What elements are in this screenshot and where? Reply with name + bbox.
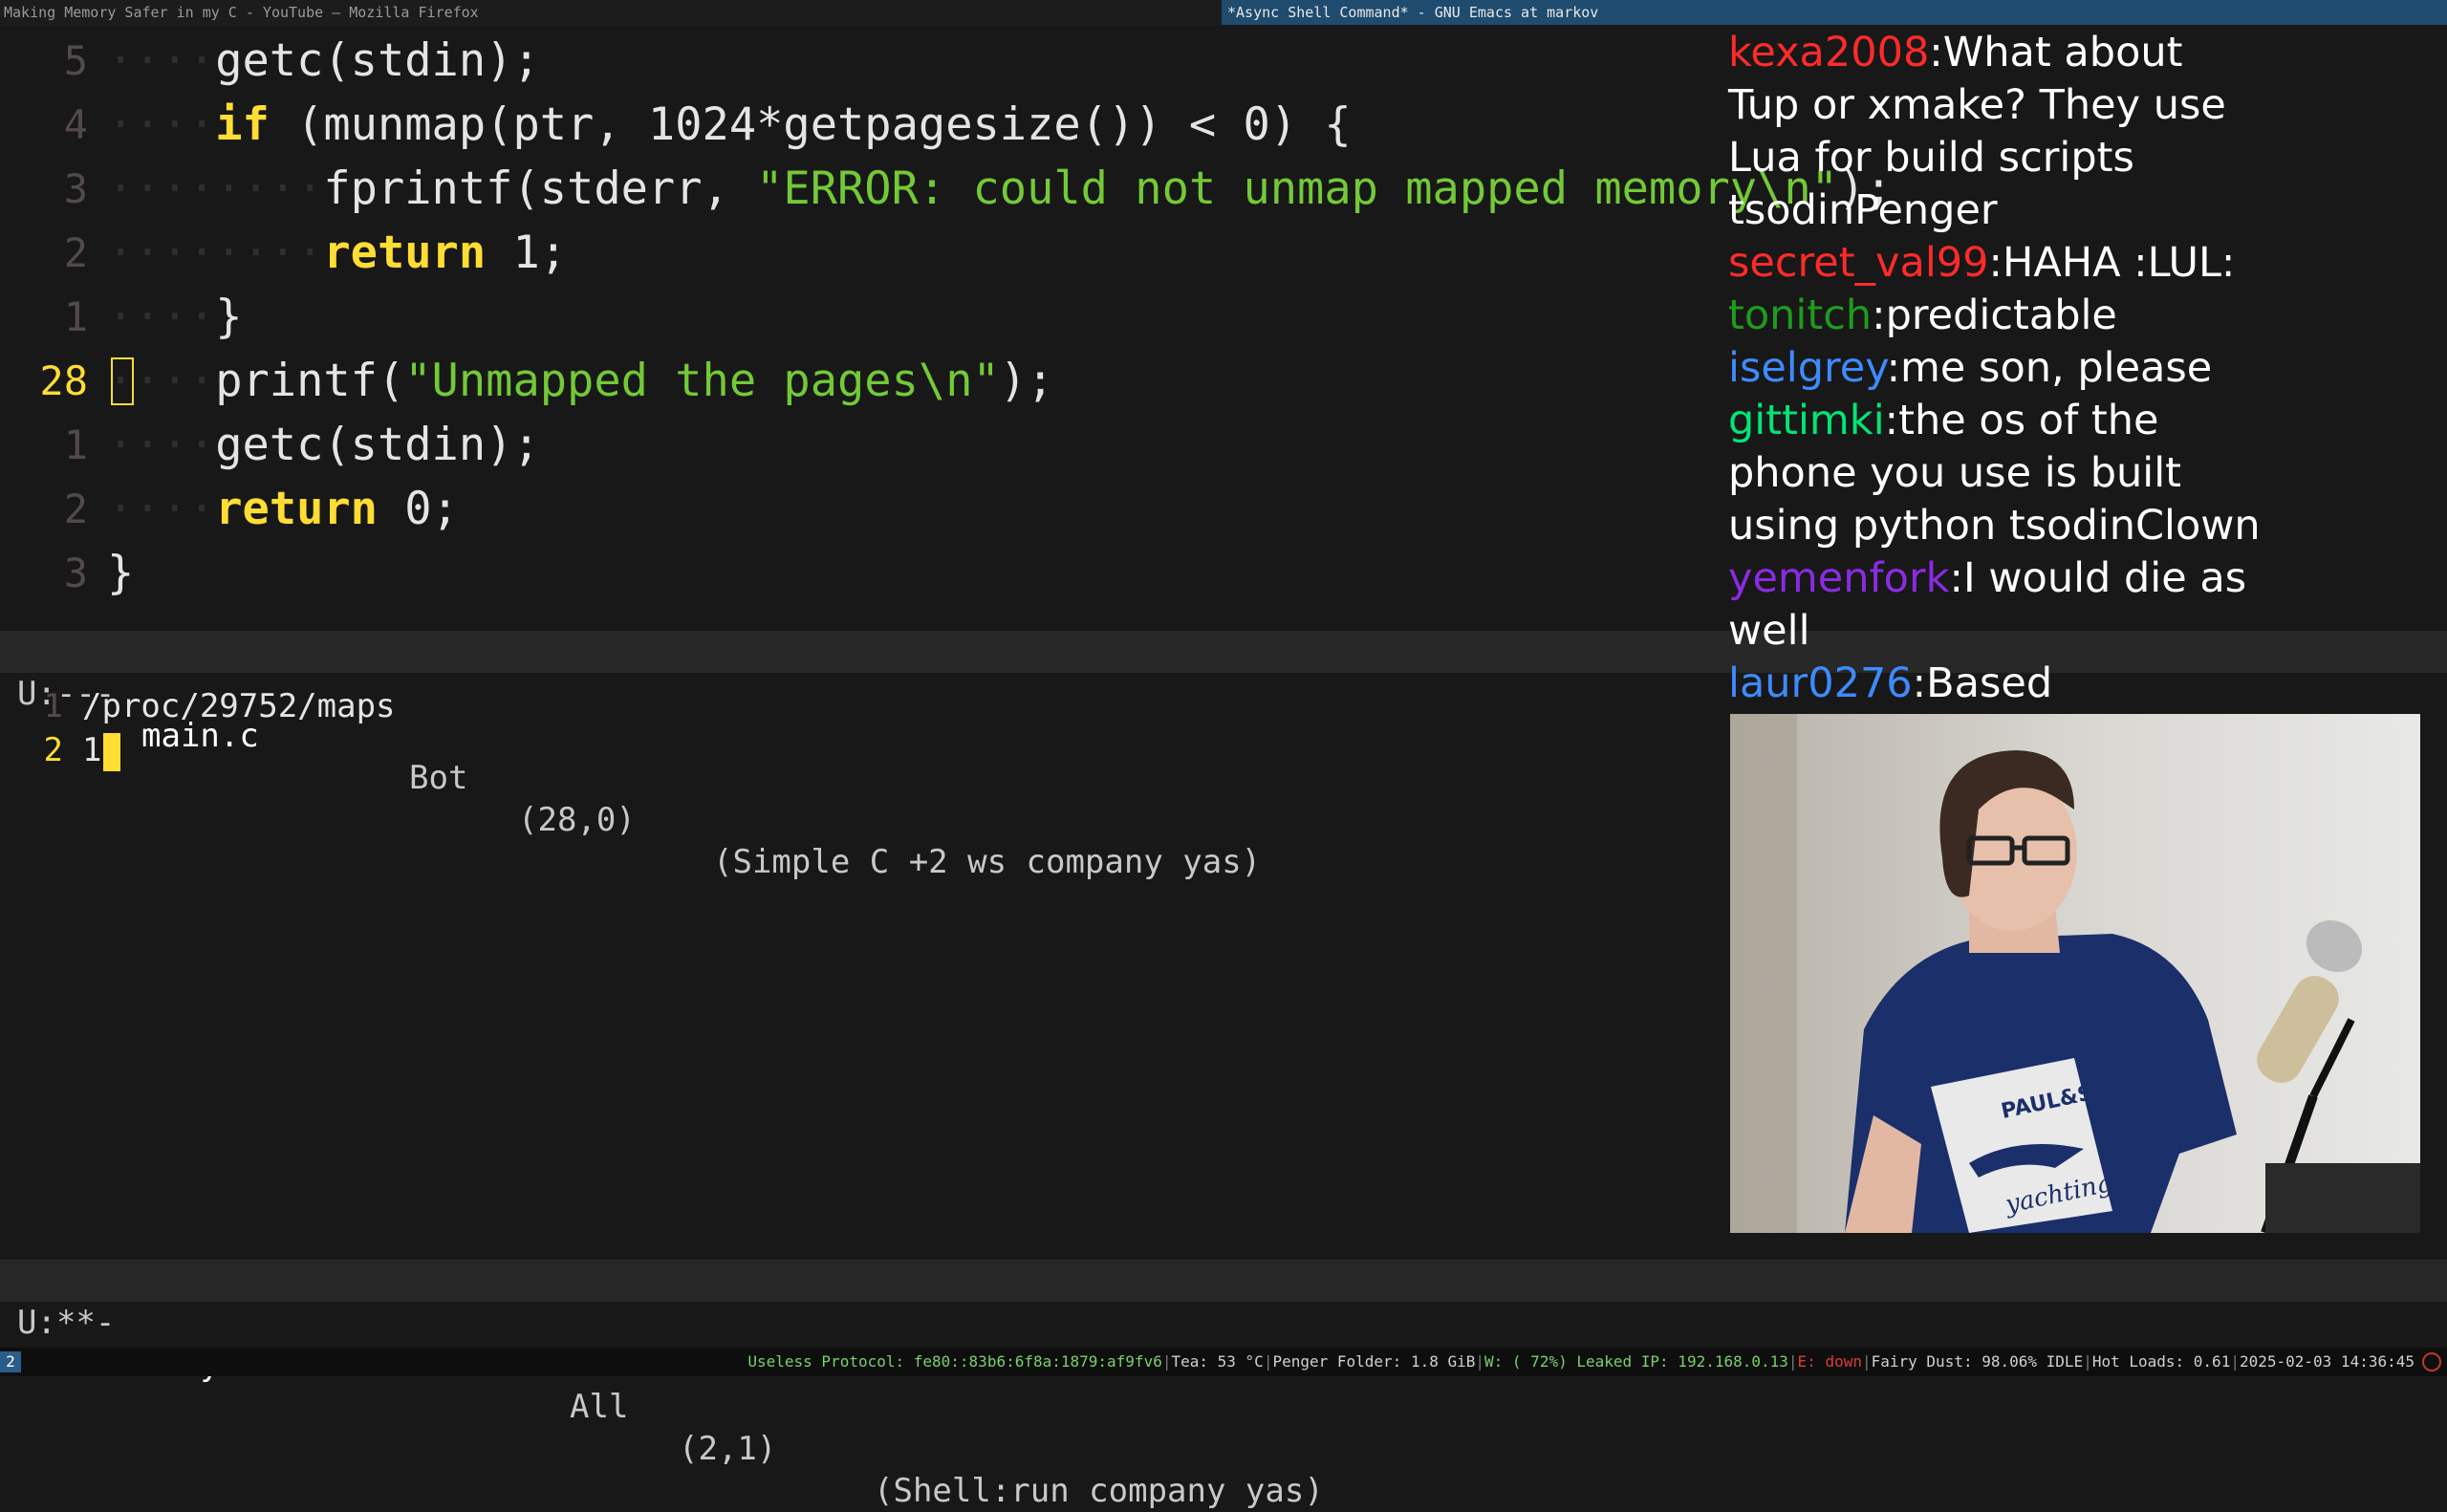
status-separator: | [1475, 1352, 1485, 1371]
chat-message: gittimki:the os of the phone you use is … [1728, 395, 2263, 552]
chat-username: kexa2008 [1728, 29, 1930, 76]
shell-output-text: /proc/29752/maps [82, 687, 396, 725]
line-number: 2 [63, 486, 88, 532]
status-item: Useless Protocol: fe80::83b6:6f8a:1879:a… [747, 1352, 1162, 1371]
code-text: ····getc(stdin); [107, 419, 540, 471]
modeline-async-shell: U:**- *Async Shell Command* All (2,1) (S… [0, 1260, 2447, 1510]
chat-username: laur0276 [1728, 659, 1913, 707]
status-items: Useless Protocol: fe80::83b6:6f8a:1879:a… [747, 1348, 2415, 1376]
chat-message: laur0276:Based [1728, 658, 2263, 710]
status-item: Hot Loads: 0.61 [2091, 1352, 2231, 1371]
webcam-feed: PAUL&SHARK yachting [1730, 714, 2420, 1233]
chat-username: iselgrey [1728, 344, 1887, 392]
status-separator: | [2083, 1352, 2092, 1371]
shell-buffer[interactable]: 1/proc/29752/maps 2 1 [0, 675, 1721, 1256]
chat-message: secret_val99:HAHA :LUL: [1728, 237, 2263, 290]
code-line[interactable]: 3 ········fprintf(stderr, "ERROR: could n… [0, 158, 1893, 221]
line-number: 28 [39, 357, 88, 404]
line-number: 3 [63, 550, 88, 596]
code-text: ····printf("Unmapped the pages\n"); [107, 355, 1054, 407]
code-line[interactable]: 1 ····getc(stdin); [0, 414, 1721, 477]
code-text: ····} [107, 291, 243, 343]
shell-line[interactable]: 21 [0, 728, 1721, 772]
code-line[interactable]: 2 ····return 0; [0, 478, 1721, 541]
status-item: W: ( 72%) Leaked IP: 192.168.0.13 [1484, 1352, 1788, 1371]
chat-message: yemenfork:I would die as well [1728, 552, 2263, 658]
line-number: 5 [63, 37, 88, 84]
line-number: 2 [43, 731, 63, 769]
code-line[interactable]: 3} [0, 542, 1721, 605]
status-item: 2025-02-03 14:36:45 [2239, 1352, 2415, 1371]
text-cursor [111, 357, 134, 405]
line-number: 2 [63, 229, 88, 276]
code-line[interactable]: 28 ····printf("Unmapped the pages\n"); [0, 350, 1721, 413]
status-separator: | [1787, 1352, 1798, 1371]
status-item: Tea: 53 °C [1171, 1352, 1264, 1371]
code-text: } [107, 547, 135, 599]
workspace-indicator[interactable]: 2 [0, 1351, 21, 1372]
code-line[interactable]: 5 ····getc(stdin); [0, 30, 1721, 93]
block-cursor [103, 732, 121, 771]
modeline-cursor: (2,1) [679, 1430, 777, 1468]
chat-message: iselgrey:me son, please [1728, 342, 2263, 395]
chat-text: :Based [1912, 659, 2053, 707]
chat-text: :HAHA :LUL: [1988, 239, 2236, 287]
status-item: Penger Folder: 1.8 GiB [1272, 1352, 1476, 1371]
code-text: ········return 1; [107, 227, 568, 279]
line-number: 1 [63, 421, 88, 468]
line-number: 1 [43, 687, 63, 725]
chat-message: tonitch:predictable [1728, 290, 2263, 342]
code-text: ····return 0; [107, 483, 459, 535]
firefox-window-title: Making Memory Safer in my C - YouTube — … [0, 0, 1222, 25]
code-text: ····getc(stdin); [107, 34, 540, 87]
code-line[interactable]: 4 ····if (munmap(ptr, 1024*getpagesize())… [0, 94, 1721, 157]
line-number: 4 [63, 101, 88, 148]
chat-text: :me son, please [1886, 344, 2213, 392]
line-number: 3 [63, 165, 88, 212]
code-line[interactable]: 2 ········return 1; [0, 222, 1721, 285]
chat-username: tonitch [1728, 292, 1873, 339]
emacs-window-title: *Async Shell Command* - GNU Emacs at mar… [1222, 0, 2447, 25]
system-status-bar: 2 Useless Protocol: fe80::83b6:6f8a:1879… [0, 1348, 2447, 1376]
modeline-state: U:**- [17, 1304, 116, 1342]
status-separator: | [1263, 1352, 1273, 1371]
code-editor[interactable]: 5 ····getc(stdin); 4 ····if (munmap(ptr, 10… [0, 25, 1893, 631]
chat-message: kexa2008:What about Tup or xmake? They u… [1728, 27, 2263, 237]
modeline-position: All [570, 1388, 629, 1426]
chat-username: gittimki [1728, 397, 1885, 444]
modeline-modes: (Shell:run company yas) [874, 1472, 1324, 1510]
code-text: ····if (munmap(ptr, 1024*getpagesize()) … [107, 98, 1352, 151]
line-number: 1 [63, 293, 88, 340]
status-item: Fairy Dust: 98.06% IDLE [1871, 1352, 2084, 1371]
status-separator: | [1861, 1352, 1872, 1371]
code-text: ········fprintf(stderr, "ERROR: could no… [107, 162, 1893, 215]
status-separator: | [2230, 1352, 2240, 1371]
twitch-chat-overlay: kexa2008:What about Tup or xmake? They u… [1728, 27, 2263, 710]
code-line[interactable]: 1 ····} [0, 286, 1721, 349]
chat-username: secret_val99 [1728, 239, 1989, 287]
shell-line[interactable]: 1/proc/29752/maps [0, 684, 1721, 728]
chat-text: :predictable [1872, 292, 2117, 339]
chat-username: yemenfork [1728, 554, 1950, 602]
webcam-scene: PAUL&SHARK yachting [1730, 714, 2420, 1233]
shell-output-text: 1 [82, 728, 121, 772]
status-item: E: down [1797, 1352, 1862, 1371]
tray-icon[interactable] [2422, 1352, 2441, 1372]
